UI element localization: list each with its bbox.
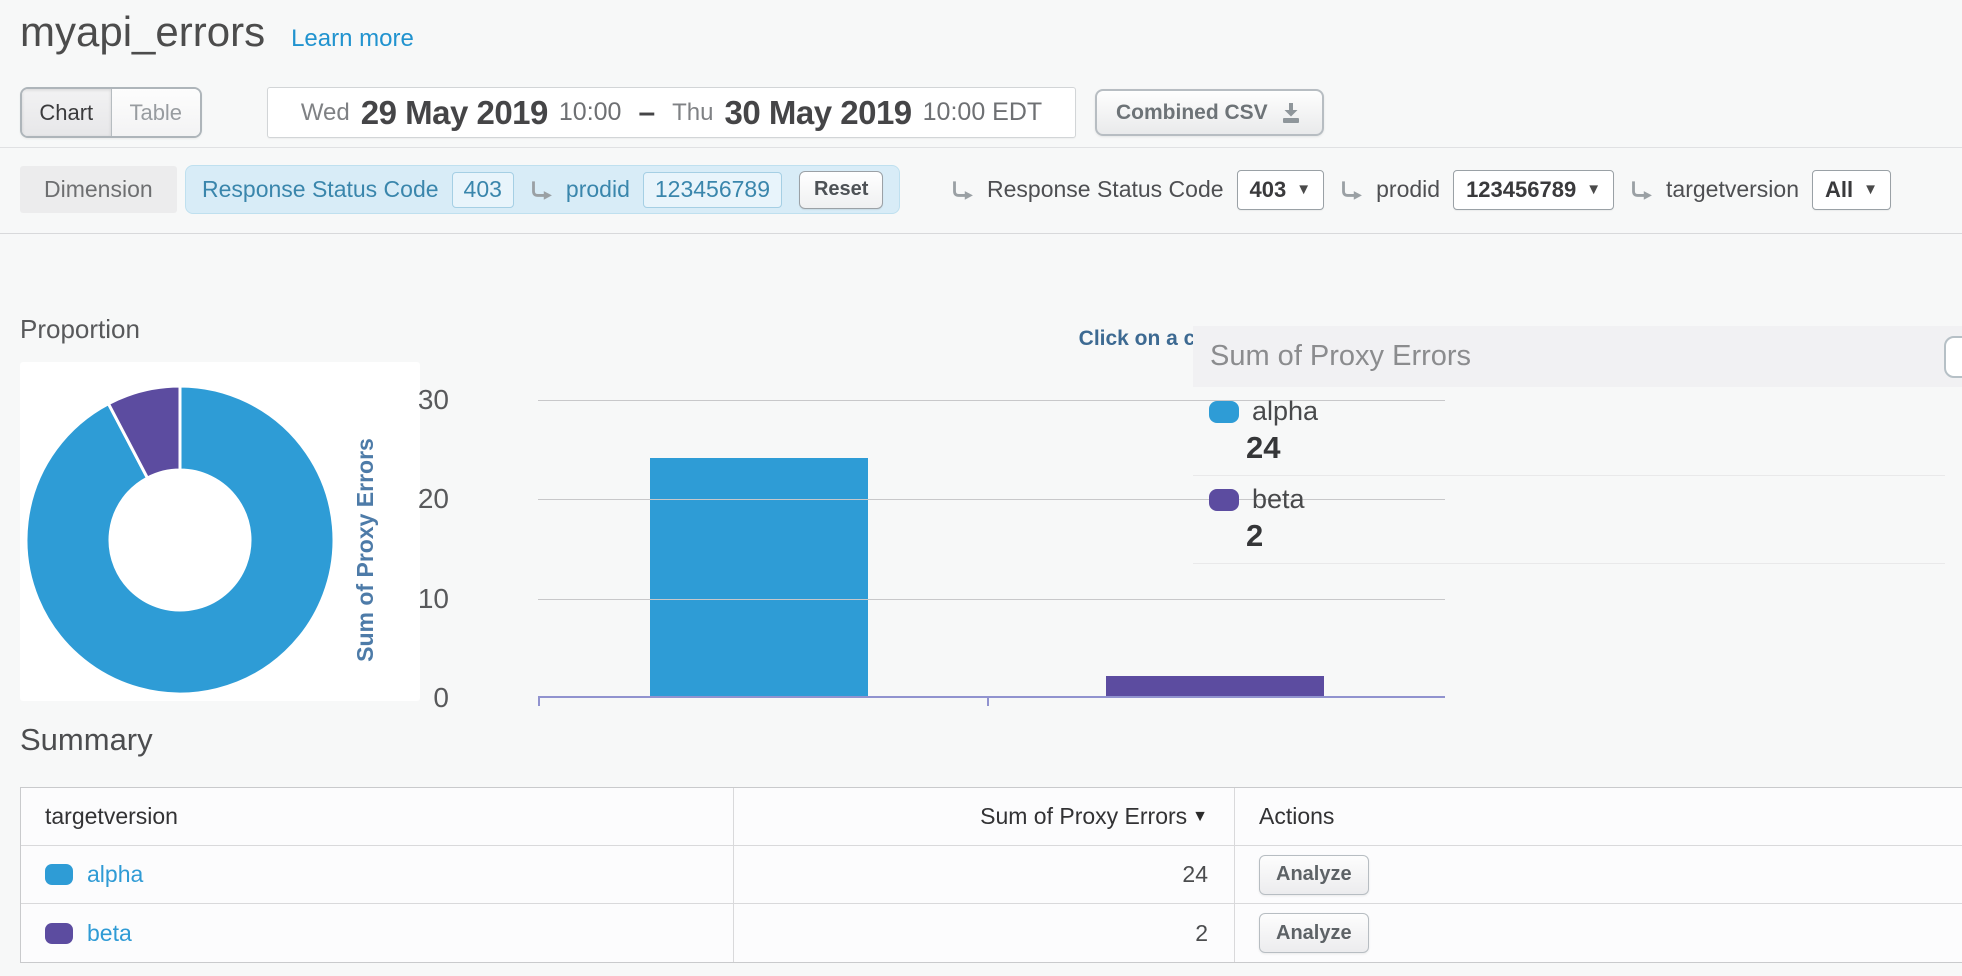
drilldown-arrow-icon bbox=[1627, 177, 1653, 203]
end-day: Thu bbox=[672, 99, 713, 127]
start-day: Wed bbox=[301, 99, 350, 127]
legend-label: alpha bbox=[1252, 396, 1318, 427]
date-separator: – bbox=[632, 96, 661, 130]
row-value: 2 bbox=[1195, 920, 1208, 947]
dropdown-prodid[interactable]: 123456789 ▼ bbox=[1453, 170, 1614, 210]
drilldown-label-targetversion: targetversion bbox=[1666, 176, 1799, 203]
table-header-row: targetversion Sum of Proxy Errors ▼ Acti… bbox=[21, 788, 1962, 846]
dropdown-targetversion[interactable]: All ▼ bbox=[1812, 170, 1891, 210]
gridline bbox=[538, 599, 1445, 600]
y-tick-label: 10 bbox=[418, 583, 449, 615]
filter-field-2: prodid bbox=[566, 176, 630, 203]
row-link-beta[interactable]: beta bbox=[87, 920, 132, 947]
row-link-alpha[interactable]: alpha bbox=[87, 861, 143, 888]
legend-label: beta bbox=[1252, 484, 1305, 515]
summary-title: Summary bbox=[20, 722, 153, 758]
x-axis-line bbox=[538, 696, 1445, 698]
bar-alpha[interactable] bbox=[650, 458, 868, 696]
dropdown-value: 403 bbox=[1250, 177, 1287, 203]
drilldown-arrow-icon bbox=[948, 177, 974, 203]
filter-field-1: Response Status Code bbox=[202, 176, 439, 203]
x-axis-tick bbox=[987, 698, 989, 706]
chevron-down-icon: ▼ bbox=[1296, 181, 1311, 198]
table-row: beta 2 Analyze bbox=[21, 904, 1962, 962]
dropdown-value: All bbox=[1825, 177, 1853, 203]
legend-options-button[interactable] bbox=[1944, 336, 1962, 378]
date-range-picker[interactable]: Wed 29 May 2019 10:00 – Thu 30 May 2019 … bbox=[267, 87, 1076, 138]
legend-swatch bbox=[1209, 401, 1239, 423]
end-time: 10:00 EDT bbox=[923, 98, 1043, 127]
download-icon bbox=[1279, 101, 1303, 125]
combined-csv-label: Combined CSV bbox=[1116, 101, 1268, 125]
proportion-title: Proportion bbox=[20, 314, 140, 345]
analytics-dashboard: myapi_errors Learn more Chart Table Wed … bbox=[0, 0, 1962, 976]
x-axis-tick bbox=[538, 698, 540, 706]
chart-table-toggle: Chart Table bbox=[20, 87, 202, 138]
header: myapi_errors Learn more bbox=[20, 8, 414, 56]
analyze-button-beta[interactable]: Analyze bbox=[1259, 913, 1369, 953]
sort-descending-icon: ▼ bbox=[1192, 808, 1208, 826]
active-filter-pill: Response Status Code 403 prodid 12345678… bbox=[185, 165, 900, 214]
tab-table[interactable]: Table bbox=[112, 89, 201, 136]
table-row: alpha 24 Analyze bbox=[21, 846, 1962, 904]
legend-panel-header: Sum of Proxy Errors bbox=[1193, 326, 1962, 387]
y-axis-ticks: 0102030 bbox=[385, 400, 457, 720]
divider-top bbox=[0, 147, 1962, 148]
legend-value: 2 bbox=[1246, 518, 1945, 554]
analyze-button-alpha[interactable]: Analyze bbox=[1259, 855, 1369, 895]
summary-table: targetversion Sum of Proxy Errors ▼ Acti… bbox=[20, 787, 1962, 963]
chevron-down-icon: ▼ bbox=[1586, 181, 1601, 198]
divider-bottom bbox=[0, 233, 1962, 234]
drilldown-label-prodid: prodid bbox=[1376, 176, 1440, 203]
y-axis-label: Sum of Proxy Errors bbox=[352, 400, 379, 700]
start-date: 29 May 2019 bbox=[361, 94, 548, 132]
page-title: myapi_errors bbox=[20, 8, 265, 56]
legend-item-alpha[interactable]: alpha 24 bbox=[1193, 392, 1945, 476]
y-tick-label: 20 bbox=[418, 483, 449, 515]
chevron-down-icon: ▼ bbox=[1863, 181, 1878, 198]
column-header-actions: Actions bbox=[1259, 803, 1334, 830]
filter-value-1: 403 bbox=[452, 172, 514, 208]
start-time: 10:00 bbox=[559, 98, 622, 127]
filter-value-2: 123456789 bbox=[643, 172, 782, 208]
proportion-donut-chart[interactable] bbox=[20, 380, 340, 700]
series-swatch bbox=[45, 923, 73, 944]
series-swatch bbox=[45, 864, 73, 885]
reset-button[interactable]: Reset bbox=[799, 171, 883, 209]
legend-swatch bbox=[1209, 489, 1239, 511]
dropdown-response-status-code[interactable]: 403 ▼ bbox=[1237, 170, 1325, 210]
drilldown-label-response-status-code: Response Status Code bbox=[987, 176, 1224, 203]
drilldown-selectors: Response Status Code 403 ▼ prodid 123456… bbox=[948, 165, 1891, 214]
bar-beta[interactable] bbox=[1106, 676, 1324, 696]
legend-items: alpha 24 beta 2 bbox=[1193, 392, 1945, 564]
combined-csv-button[interactable]: Combined CSV bbox=[1095, 89, 1324, 136]
column-header-targetversion: targetversion bbox=[45, 803, 178, 830]
dimension-label: Dimension bbox=[20, 166, 177, 213]
row-value: 24 bbox=[1182, 861, 1208, 888]
y-tick-label: 0 bbox=[433, 682, 449, 714]
dropdown-value: 123456789 bbox=[1466, 177, 1576, 203]
tab-chart[interactable]: Chart bbox=[22, 89, 112, 136]
legend-value: 24 bbox=[1246, 430, 1945, 466]
end-date: 30 May 2019 bbox=[725, 94, 912, 132]
y-tick-label: 30 bbox=[418, 384, 449, 416]
drilldown-arrow-icon bbox=[1337, 177, 1363, 203]
legend-title: Sum of Proxy Errors bbox=[1210, 340, 1471, 373]
learn-more-link[interactable]: Learn more bbox=[291, 25, 414, 53]
legend-item-beta[interactable]: beta 2 bbox=[1193, 476, 1945, 564]
column-header-sum-sortable[interactable]: Sum of Proxy Errors ▼ bbox=[734, 788, 1235, 845]
drilldown-arrow-icon bbox=[527, 177, 553, 203]
